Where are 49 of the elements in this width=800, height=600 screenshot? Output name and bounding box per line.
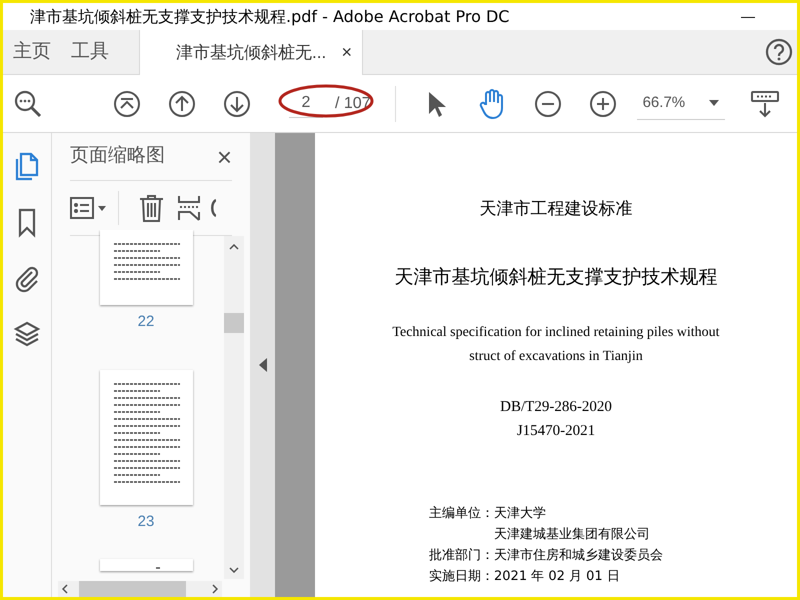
vertical-scrollbar[interactable] [224, 236, 244, 579]
document-title: 天津市基坑倾斜桩无支撑支护技术规程 [394, 264, 718, 290]
list-options-icon[interactable] [70, 197, 94, 219]
nav-tab[interactable]: 主页 [3, 30, 61, 74]
scroll-thumb[interactable] [224, 313, 244, 333]
collapse-left-icon[interactable] [258, 358, 266, 372]
tab-close-icon[interactable]: × [341, 39, 352, 66]
info-label: 批准部门： [429, 547, 494, 564]
info-value: 天津建城基业集团有限公司 [494, 526, 651, 543]
trash-icon[interactable] [139, 194, 164, 222]
page-number-field[interactable]: 2 [289, 90, 323, 118]
help-icon[interactable] [765, 38, 793, 66]
insert-page-icon[interactable] [178, 195, 200, 221]
nav-tab[interactable]: 工具 [61, 30, 119, 74]
zoom-in-icon[interactable] [588, 90, 617, 118]
scroll-left-icon[interactable] [62, 584, 68, 594]
scroll-mode-icon[interactable] [750, 90, 779, 118]
first-page-icon[interactable] [113, 90, 141, 118]
horizontal-scrollbar[interactable] [58, 581, 222, 597]
page-number-label: 23 [138, 512, 154, 532]
close-panel-button[interactable]: × [216, 144, 232, 170]
standard-code: J15470-2021 [516, 422, 596, 441]
standard-code: DB/T29-286-2020 [500, 398, 612, 417]
panel-title: 页面缩略图 [70, 144, 165, 168]
scroll-thumb[interactable] [79, 581, 186, 597]
info-value: 2021 年 02 月 01 日 [494, 568, 621, 585]
info-value: 天津大学 [494, 505, 547, 522]
caret-icon[interactable] [98, 206, 106, 210]
scroll-up-icon[interactable] [229, 244, 239, 250]
zoom-dropdown[interactable]: 66.7% [636, 88, 725, 120]
info-label: 主编单位： [429, 505, 494, 522]
zoom-out-icon[interactable] [534, 90, 562, 118]
scroll-down-icon[interactable] [229, 567, 239, 573]
page-number-label: 22 [138, 312, 154, 332]
window-title: 津市基坑倾斜桩无支撑支护技术规程.pdf - Adobe Acrobat Pro DC [30, 6, 510, 28]
page-thumbnail[interactable] [100, 370, 192, 504]
info-label: 实施日期： [429, 568, 494, 585]
english-title-line: Technical specification for inclined retaining piles without [392, 324, 720, 342]
page-thumbnail[interactable] [100, 559, 192, 571]
scroll-right-icon[interactable] [212, 584, 218, 594]
minimize-button[interactable]: — [741, 6, 755, 27]
document-tab[interactable]: 津市基坑倾斜桩无... × [139, 30, 363, 75]
caret-icon [708, 100, 719, 106]
zoom-search-icon[interactable] [13, 88, 43, 118]
english-title-line: struct of excavations in Tianjin [469, 348, 643, 366]
page-thumbnail[interactable] [100, 230, 192, 305]
info-value: 天津市住房和城乡建设委员会 [494, 547, 663, 564]
page-total: / 107 [335, 94, 371, 114]
document-heading: 天津市工程建设标准 [480, 198, 632, 221]
